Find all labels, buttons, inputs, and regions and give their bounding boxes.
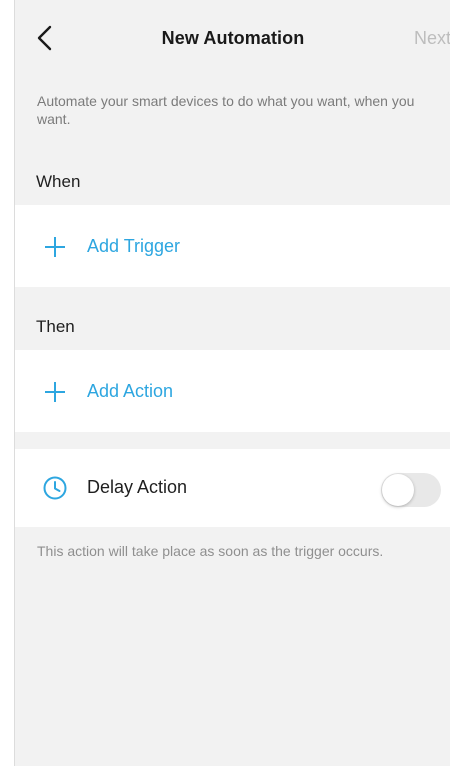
delay-action-row: Delay Action <box>15 449 450 527</box>
then-section-label: Then <box>36 317 75 336</box>
nav-header: New Automation Next <box>15 0 450 80</box>
delay-action-label: Delay Action <box>87 477 188 497</box>
automation-description: Automate your smart devices to do what y… <box>37 93 415 127</box>
add-action-button[interactable]: Add Action <box>15 350 450 432</box>
automation-screen: New Automation Next Automate your smart … <box>14 0 450 766</box>
clock-icon <box>43 476 67 500</box>
when-section-label: When <box>36 172 81 191</box>
next-button[interactable]: Next <box>414 28 450 49</box>
add-trigger-label: Add Trigger <box>87 236 181 256</box>
page-title: New Automation <box>161 28 305 48</box>
delay-note: This action will take place as soon as t… <box>37 543 384 559</box>
plus-icon <box>45 382 65 402</box>
add-action-label: Add Action <box>87 381 174 401</box>
plus-icon <box>45 237 65 257</box>
add-trigger-button[interactable]: Add Trigger <box>15 205 450 287</box>
delay-action-toggle[interactable] <box>381 473 441 507</box>
toggle-knob <box>382 474 414 506</box>
